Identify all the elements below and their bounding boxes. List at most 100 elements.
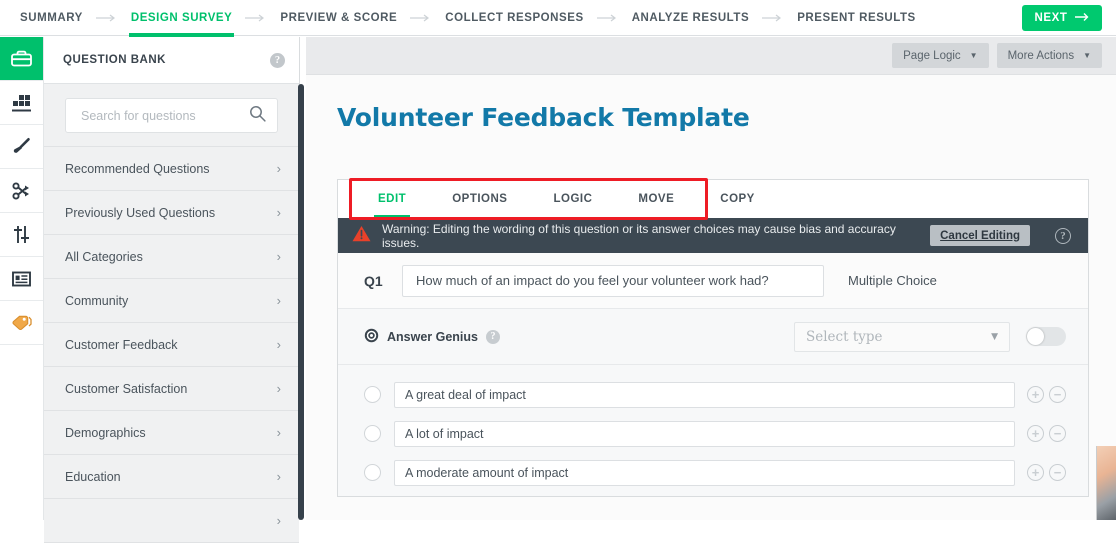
breadcrumb-arrow-icon: [596, 14, 619, 22]
category-item-customer-satisfaction[interactable]: Customer Satisfaction ›: [44, 367, 299, 411]
tab-copy[interactable]: COPY: [706, 180, 769, 218]
choice-row: + −: [338, 453, 1088, 492]
breadcrumb-label: PREVIEW & SCORE: [280, 11, 398, 24]
category-label: Previously Used Questions: [65, 205, 216, 220]
add-choice-button[interactable]: +: [1027, 425, 1044, 442]
breadcrumb-item-collect-responses[interactable]: COLLECT RESPONSES: [443, 0, 585, 36]
category-label: All Categories: [65, 249, 143, 264]
next-button-label: NEXT: [1034, 12, 1068, 24]
chevron-right-icon: ›: [276, 205, 281, 220]
help-icon[interactable]: ?: [486, 329, 500, 344]
search-box[interactable]: [65, 98, 278, 133]
question-text-input[interactable]: [402, 264, 824, 297]
breadcrumb-arrow-icon: [762, 14, 784, 22]
page-title: QUESTION BANK: [63, 54, 166, 66]
choice-text-input[interactable]: [394, 459, 1015, 486]
sliders-icon: [12, 225, 31, 244]
rail-item-options[interactable]: [0, 213, 43, 257]
add-choice-button[interactable]: +: [1027, 386, 1044, 403]
category-item-all-categories[interactable]: All Categories ›: [44, 235, 299, 279]
category-list: Recommended Questions › Previously Used …: [44, 146, 299, 543]
next-button[interactable]: NEXT: [1022, 5, 1102, 31]
search-input[interactable]: [79, 107, 249, 124]
tab-move[interactable]: MOVE: [624, 180, 688, 218]
answer-genius-icon: [364, 328, 379, 346]
remove-choice-button[interactable]: −: [1049, 425, 1066, 442]
choice-radio[interactable]: [364, 464, 381, 481]
logic-branch-icon: [12, 181, 31, 200]
tab-label: EDIT: [378, 193, 407, 205]
tab-options[interactable]: OPTIONS: [438, 180, 521, 218]
more-actions-button[interactable]: More Actions ▼: [996, 43, 1102, 68]
rail-item-design[interactable]: [0, 125, 43, 169]
breadcrumb-item-design-survey[interactable]: DESIGN SURVEY: [128, 0, 235, 37]
answer-genius-text: Answer Genius: [387, 329, 478, 344]
chevron-down-icon: ▼: [1083, 51, 1091, 60]
select-value: Select type: [806, 328, 883, 345]
category-item-demographics[interactable]: Demographics ›: [44, 411, 299, 455]
category-item-community[interactable]: Community ›: [44, 279, 299, 323]
chevron-right-icon: ›: [276, 337, 281, 352]
help-icon[interactable]: ?: [270, 52, 285, 68]
breadcrumb-item-summary[interactable]: SUMMARY: [18, 0, 85, 36]
left-icon-rail: [0, 37, 44, 520]
answer-genius-toggle[interactable]: [1026, 327, 1066, 346]
more-actions-label: More Actions: [1007, 49, 1075, 62]
question-tabs: EDIT OPTIONS LOGIC MOVE COPY: [338, 178, 1088, 220]
tab-label: COPY: [720, 193, 755, 205]
choice-row-buttons: + −: [1027, 386, 1066, 403]
search-icon[interactable]: [249, 105, 266, 127]
search-container: [44, 84, 299, 146]
breadcrumb-item-preview-score[interactable]: PREVIEW & SCORE: [278, 0, 399, 36]
paintbrush-icon: [12, 137, 31, 156]
question-type-label: Multiple Choice: [848, 273, 937, 288]
edge-photo-overlay: [1096, 446, 1116, 520]
main-toolbar: Page Logic ▼ More Actions ▼: [306, 37, 1116, 75]
tab-label: OPTIONS: [452, 193, 508, 205]
rail-item-themes[interactable]: [0, 81, 43, 125]
question-number: Q1: [364, 272, 383, 289]
cancel-editing-button[interactable]: Cancel Editing: [930, 225, 1030, 246]
add-choice-button[interactable]: +: [1027, 464, 1044, 481]
choice-text-input[interactable]: [394, 420, 1015, 447]
remove-choice-button[interactable]: −: [1049, 386, 1066, 403]
category-item-previously-used-questions[interactable]: Previously Used Questions ›: [44, 191, 299, 235]
survey-title: Volunteer Feedback Template: [337, 103, 750, 132]
page-logic-label: Page Logic: [903, 49, 961, 62]
breadcrumb-label: PRESENT RESULTS: [797, 11, 916, 24]
question-card: EDIT OPTIONS LOGIC MOVE COPY Warning: Ed…: [337, 178, 1089, 497]
choice-text-input[interactable]: [394, 381, 1015, 408]
breadcrumb-item-present-results[interactable]: PRESENT RESULTS: [795, 0, 918, 36]
category-item-recommended-questions[interactable]: Recommended Questions ›: [44, 147, 299, 191]
category-item-education[interactable]: Education ›: [44, 455, 299, 499]
question-bank-scrollbar[interactable]: [298, 84, 304, 520]
category-label: Customer Satisfaction: [65, 381, 188, 396]
question-bank-header: QUESTION BANK ?: [44, 37, 299, 84]
answer-genius-type-select[interactable]: Select type ▼: [794, 321, 1010, 352]
rail-item-tags[interactable]: [0, 301, 43, 345]
top-breadcrumb-bar: SUMMARY DESIGN SURVEY PREVIEW & SCORE CO…: [0, 0, 1116, 37]
category-item-partial[interactable]: ›: [44, 499, 299, 543]
remove-choice-button[interactable]: −: [1049, 464, 1066, 481]
choice-radio[interactable]: [364, 386, 381, 403]
rail-item-print[interactable]: [0, 257, 43, 301]
breadcrumb: SUMMARY DESIGN SURVEY PREVIEW & SCORE CO…: [0, 0, 918, 37]
rail-item-logic[interactable]: [0, 169, 43, 213]
choice-row: + −: [338, 375, 1088, 414]
breadcrumb-item-analyze-results[interactable]: ANALYZE RESULTS: [630, 0, 752, 36]
category-label: Demographics: [65, 425, 146, 440]
chevron-down-icon: ▼: [969, 51, 978, 60]
rail-item-question-bank[interactable]: [0, 37, 43, 81]
category-item-customer-feedback[interactable]: Customer Feedback ›: [44, 323, 299, 367]
toolbox-icon: [11, 50, 32, 67]
print-page-icon: [12, 271, 31, 287]
tab-logic[interactable]: LOGIC: [539, 180, 606, 218]
breadcrumb-label: COLLECT RESPONSES: [445, 11, 584, 24]
category-label: Community: [65, 293, 129, 308]
breadcrumb-label: SUMMARY: [20, 11, 83, 24]
choice-radio[interactable]: [364, 425, 381, 442]
page-logic-button[interactable]: Page Logic ▼: [892, 43, 989, 68]
arrow-right-icon: [1074, 12, 1090, 25]
tab-edit[interactable]: EDIT: [364, 180, 420, 218]
help-icon[interactable]: ?: [1055, 227, 1071, 244]
